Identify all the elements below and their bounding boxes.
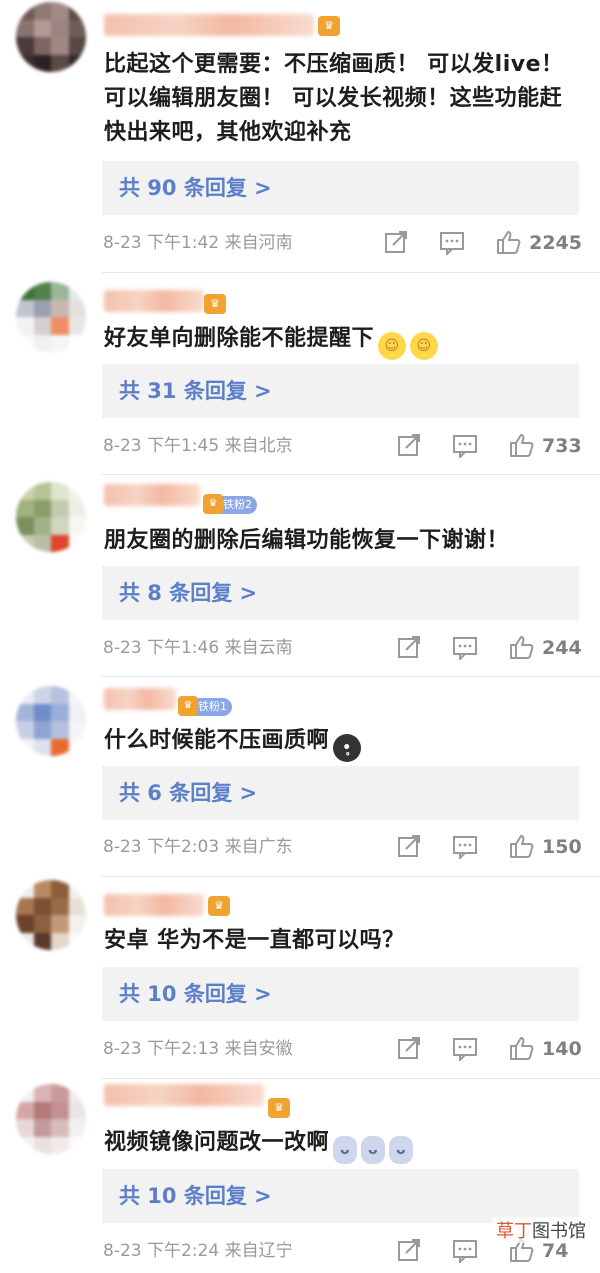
comment-actions: 150 bbox=[396, 833, 582, 861]
vip-crown-icon: ♛ bbox=[318, 16, 340, 36]
divider bbox=[102, 676, 600, 677]
comment-text-content: 好友单向删除能不能提醒下 bbox=[104, 326, 375, 351]
repost-icon[interactable] bbox=[396, 833, 424, 861]
repost-icon[interactable] bbox=[396, 634, 424, 662]
comment-text-content: 什么时候能不压画质啊 bbox=[104, 728, 330, 753]
username-blurred[interactable] bbox=[104, 1084, 264, 1106]
comment-location: 来自广东 bbox=[224, 837, 293, 857]
view-replies-link[interactable]: 共 6 条回复 > bbox=[102, 766, 579, 820]
comment-text-content: 视频镜像问题改一改啊 bbox=[104, 1130, 330, 1155]
comment-time: 8-23 下午2:13 bbox=[103, 1039, 220, 1059]
avatar[interactable] bbox=[16, 1084, 86, 1154]
comment-text: 朋友圈的删除后编辑功能恢复一下谢谢！ bbox=[104, 528, 510, 553]
view-replies-link[interactable]: 共 10 条回复 > bbox=[102, 1169, 579, 1223]
watermark-accent: 草丁 bbox=[496, 1221, 532, 1242]
view-replies-link[interactable]: 共 90 条回复 > bbox=[102, 161, 579, 215]
username-blurred[interactable] bbox=[104, 290, 204, 312]
view-replies-link[interactable]: 共 8 条回复 > bbox=[102, 566, 579, 620]
avatar[interactable] bbox=[16, 482, 86, 552]
like-count: 733 bbox=[542, 435, 582, 457]
vip-crown-icon: ♛ bbox=[204, 294, 226, 314]
sleepy-doll-emoji-icon: ᴗ bbox=[333, 1136, 358, 1164]
comment-text: 好友单向删除能不能提醒下 ☺ ☺ bbox=[104, 322, 576, 360]
comment-time: 8-23 下午1:46 bbox=[103, 638, 220, 658]
comment-time: 8-23 下午1:42 bbox=[103, 233, 220, 253]
comment-text: 比起这个更需要：不压缩画质！ 可以发live！ 可以编辑朋友圈！ 可以发长视频！… bbox=[104, 52, 564, 145]
crying-emoji-icon: •̥ bbox=[333, 734, 362, 762]
comment-time: 8-23 下午2:03 bbox=[103, 837, 220, 857]
avatar[interactable] bbox=[16, 282, 86, 352]
like-icon[interactable] bbox=[508, 634, 536, 662]
comment-actions: 140 bbox=[396, 1035, 582, 1063]
sleepy-doll-emoji-icon: ᴗ bbox=[389, 1136, 414, 1164]
view-replies-link[interactable]: 共 10 条回复 > bbox=[102, 967, 579, 1021]
comment-text: 什么时候能不压画质啊 •̥ bbox=[104, 724, 576, 762]
site-watermark: 草丁图书馆 bbox=[492, 1217, 590, 1243]
comment-location: 来自北京 bbox=[224, 436, 293, 456]
divider bbox=[102, 876, 600, 877]
fan-level-label: 铁粉2 bbox=[223, 498, 252, 511]
divider bbox=[102, 272, 600, 273]
comment-location: 来自辽宁 bbox=[224, 1241, 293, 1261]
like-count: 2245 bbox=[529, 232, 582, 254]
sleepy-doll-emoji-icon: ᴗ bbox=[361, 1136, 386, 1164]
comment-meta: 8-23 下午2:24 来自辽宁 bbox=[103, 1239, 293, 1263]
fan-level-label: 铁粉1 bbox=[198, 700, 227, 713]
comment-icon[interactable] bbox=[452, 432, 480, 460]
username-blurred[interactable] bbox=[104, 894, 204, 916]
avatar[interactable] bbox=[16, 880, 86, 950]
comment-actions: 2245 bbox=[383, 229, 582, 257]
comment-meta: 8-23 下午2:03 来自广东 bbox=[103, 835, 293, 859]
avatar[interactable] bbox=[16, 2, 86, 72]
comment-meta: 8-23 下午1:45 来自北京 bbox=[103, 434, 293, 458]
like-icon[interactable] bbox=[508, 1035, 536, 1063]
like-count: 74 bbox=[542, 1240, 569, 1262]
comment-icon[interactable] bbox=[439, 229, 467, 257]
comment-text: 安卓 华为不是一直都可以吗？ bbox=[104, 928, 405, 953]
comment-actions: 244 bbox=[396, 634, 582, 662]
view-replies-link[interactable]: 共 31 条回复 > bbox=[102, 364, 579, 418]
vip-crown-icon: ♛ bbox=[208, 896, 230, 916]
fan-crown-icon: ♛ bbox=[178, 696, 198, 716]
vip-crown-icon: ♛ bbox=[268, 1098, 290, 1118]
fan-crown-icon: ♛ bbox=[203, 494, 223, 514]
fan-level-badge: ♛ 铁粉2 bbox=[203, 494, 257, 514]
comment-meta: 8-23 下午1:46 来自云南 bbox=[103, 636, 293, 660]
comment-time: 8-23 下午2:24 bbox=[103, 1241, 220, 1261]
comment-icon[interactable] bbox=[452, 1237, 480, 1265]
comment-actions: 733 bbox=[396, 432, 582, 460]
divider bbox=[102, 1078, 600, 1079]
comment-meta: 8-23 下午2:13 来自安徽 bbox=[103, 1037, 293, 1061]
repost-icon[interactable] bbox=[383, 229, 411, 257]
grin-emoji-icon: ☺ bbox=[378, 332, 407, 360]
repost-icon[interactable] bbox=[396, 1035, 424, 1063]
repost-icon[interactable] bbox=[396, 432, 424, 460]
grin-emoji-icon: ☺ bbox=[410, 332, 439, 360]
avatar[interactable] bbox=[16, 686, 86, 756]
like-count: 244 bbox=[542, 637, 582, 659]
like-icon[interactable] bbox=[495, 229, 523, 257]
like-icon[interactable] bbox=[508, 833, 536, 861]
username-blurred[interactable] bbox=[104, 688, 176, 710]
comment-text: 视频镜像问题改一改啊 ᴗ ᴗ ᴗ bbox=[104, 1126, 576, 1164]
like-count: 150 bbox=[542, 836, 582, 858]
comment-location: 来自安徽 bbox=[224, 1039, 293, 1059]
comment-meta: 8-23 下午1:42 来自河南 bbox=[103, 231, 293, 255]
fan-level-badge: ♛ 铁粉1 bbox=[178, 696, 232, 716]
like-icon[interactable] bbox=[508, 432, 536, 460]
comment-icon[interactable] bbox=[452, 634, 480, 662]
comment-location: 来自云南 bbox=[224, 638, 293, 658]
divider bbox=[102, 474, 600, 475]
like-count: 140 bbox=[542, 1038, 582, 1060]
comment-location: 来自河南 bbox=[224, 233, 293, 253]
comment-icon[interactable] bbox=[452, 833, 480, 861]
username-blurred[interactable] bbox=[104, 14, 314, 36]
comment-time: 8-23 下午1:45 bbox=[103, 436, 220, 456]
username-blurred[interactable] bbox=[104, 484, 200, 506]
repost-icon[interactable] bbox=[396, 1237, 424, 1265]
watermark-rest: 图书馆 bbox=[532, 1221, 586, 1242]
comment-icon[interactable] bbox=[452, 1035, 480, 1063]
